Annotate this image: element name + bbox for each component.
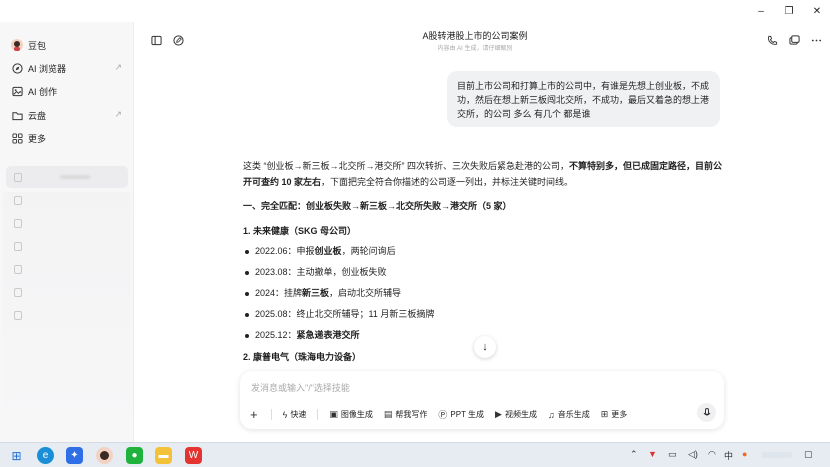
chat-icon	[14, 264, 22, 274]
wps-icon[interactable]: W	[185, 447, 202, 464]
microphone-button[interactable]	[697, 403, 716, 422]
company-heading: 1. 未来健康（SKG 母公司）	[243, 226, 357, 236]
edge-browser-icon[interactable]: e	[37, 447, 54, 464]
file-explorer-icon[interactable]: ▬	[155, 447, 172, 464]
history-item[interactable]	[6, 235, 128, 257]
external-link-icon: ↗	[114, 62, 122, 72]
list-item: 2024：挂牌新三板，启动北交所辅导	[243, 283, 723, 304]
new-chat-icon[interactable]	[172, 34, 184, 46]
sidebar-item-label: 豆包	[28, 40, 47, 51]
sidebar-item-label: 云盘	[28, 110, 47, 121]
history-item[interactable]	[6, 281, 128, 303]
image-icon	[11, 85, 23, 97]
arrow-down-icon: ↓	[482, 341, 488, 353]
history-item[interactable]	[6, 258, 128, 280]
sidebar-item-doubao[interactable]: 豆包	[6, 34, 128, 56]
external-link-icon: ↗	[114, 109, 122, 119]
grid-icon: ⊞	[600, 409, 609, 419]
tool-ppt[interactable]: Ⓟ PPT 生成	[438, 408, 484, 421]
page-subtitle: 内容由 AI 生成，请仔细甄别	[437, 46, 513, 52]
list-item: 2022.06：申报创业板，两轮问询后	[243, 241, 723, 262]
app-icon[interactable]: ✦	[66, 447, 83, 464]
microphone-icon	[703, 407, 710, 415]
ppt-icon: Ⓟ	[438, 410, 448, 420]
sidebar-item-label: AI 浏览器	[28, 63, 67, 74]
tool-write[interactable]: ▤ 帮我写作	[384, 409, 428, 420]
chat-icon	[14, 241, 22, 251]
folder-icon	[11, 109, 23, 121]
window-title-bar: – ❐ ✕	[0, 0, 830, 22]
grid-icon	[11, 132, 23, 144]
history-item[interactable]	[6, 189, 128, 211]
divider	[270, 409, 272, 420]
more-icon[interactable]	[810, 34, 822, 46]
tool-video[interactable]: ▶ 视频生成	[495, 409, 537, 420]
timeline-list: 2022.06：申报创业板，两轮问询后 2023.08：主动撤单，创业板失败 2…	[243, 241, 723, 346]
list-item: 2023.08：主动撤单，创业板失败	[243, 262, 723, 283]
write-icon: ▤	[383, 409, 393, 419]
windows-start-icon[interactable]: ⊞	[8, 447, 25, 464]
chat-icon	[14, 172, 22, 182]
tray-app-icon[interactable]: ▼	[648, 449, 657, 459]
chat-icon	[14, 195, 22, 205]
tray-battery-icon[interactable]: ▭	[668, 449, 677, 460]
minimize-button[interactable]: –	[746, 3, 776, 19]
divider	[317, 409, 319, 420]
tray-sougou-icon[interactable]: ●	[742, 449, 747, 459]
phone-icon[interactable]	[766, 34, 778, 46]
notification-icon[interactable]: ▢	[804, 449, 813, 460]
header-left-tools	[150, 34, 184, 46]
tool-quick[interactable]: ϟ 快速	[283, 409, 307, 420]
tool-image-gen[interactable]: ▣ 图像生成	[329, 409, 373, 420]
history-item[interactable]	[6, 212, 128, 234]
history-item[interactable]	[6, 166, 128, 188]
sidebar-item-label: 更多	[28, 133, 47, 144]
volume-icon[interactable]: ◁)	[688, 449, 698, 460]
chat-icon	[14, 310, 22, 320]
maximize-button[interactable]: ❐	[774, 3, 804, 19]
history-item[interactable]	[6, 304, 128, 326]
share-icon[interactable]	[788, 34, 800, 46]
os-taskbar: ⊞ e ✦ ● ▬ W ⌃ ▼ ▭ ◁) ◠ 中 ● ▢	[0, 442, 830, 467]
page-title: A股转港股上市的公司案例	[422, 31, 528, 41]
tray-chevron-icon[interactable]: ⌃	[630, 449, 638, 460]
sidebar-toggle-icon[interactable]	[150, 34, 162, 46]
plus-icon[interactable]: +	[250, 407, 258, 422]
message-input[interactable]: 发消息或输入"/"选择技能	[251, 381, 350, 394]
avatar-icon	[11, 39, 23, 51]
close-button[interactable]: ✕	[802, 3, 830, 19]
music-icon: ♫	[547, 409, 555, 420]
intro-text: ，下面把完全符合你描述的公司逐一列出，并标注关键时间线。	[321, 177, 574, 187]
video-icon: ▶	[495, 409, 502, 419]
intro-text: 这类 “创业板→新三板→北交所→港交所” 四次转折、三次失败后紧急赴港的公司，	[243, 161, 569, 171]
wifi-icon[interactable]: ◠	[708, 449, 716, 460]
doubao-app-icon[interactable]	[96, 447, 113, 464]
clock[interactable]	[762, 452, 792, 458]
sidebar: 豆包 AI 浏览器 ↗ AI 创作 云盘 ↗ 更多	[0, 22, 134, 442]
scroll-down-button[interactable]: ↓	[474, 336, 496, 358]
answer-intro: 这类 “创业板→新三板→北交所→港交所” 四次转折、三次失败后紧急赴港的公司，不…	[243, 158, 723, 190]
sidebar-item-cloud-disk[interactable]: 云盘 ↗	[6, 104, 128, 126]
lightning-icon: ϟ	[282, 409, 288, 420]
message-composer: 发消息或输入"/"选择技能 + ϟ 快速 ▣ 图像生成 ▤ 帮我写作 Ⓟ PPT 生成 …	[240, 371, 724, 429]
sidebar-item-label: AI 创作	[28, 86, 58, 97]
composer-toolbar: + ϟ 快速 ▣ 图像生成 ▤ 帮我写作 Ⓟ PPT 生成 ▶ 视频生成 ♫ 音乐生成 ⊞ 更…	[250, 407, 627, 422]
compass-icon	[11, 62, 23, 74]
sidebar-item-more[interactable]: 更多	[6, 127, 128, 149]
ime-icon[interactable]: 中	[724, 449, 733, 462]
header-right-tools	[766, 34, 822, 46]
tool-music[interactable]: ♫ 音乐生成	[548, 409, 590, 420]
sidebar-item-ai-browser[interactable]: AI 浏览器 ↗	[6, 57, 128, 79]
wechat-icon[interactable]: ●	[126, 447, 143, 464]
section-heading: 一、完全匹配：创业板失败→新三板→北交所失败→港交所（5 家）	[243, 201, 512, 211]
tool-more[interactable]: ⊞ 更多	[601, 409, 628, 420]
list-item: 2025.08：终止北交所辅导；11 月新三板摘牌	[243, 304, 723, 325]
chat-icon	[14, 218, 22, 228]
image-gen-icon: ▣	[329, 409, 338, 419]
sidebar-item-ai-create[interactable]: AI 创作	[6, 80, 128, 102]
user-message-bubble: 目前上市公司和打算上市的公司中，有谁是先想上创业板，不成功，然后在想上新三板闯北…	[447, 71, 720, 127]
assistant-answer: 这类 “创业板→新三板→北交所→港交所” 四次转折、三次失败后紧急赴港的公司，不…	[243, 158, 723, 365]
chat-icon	[14, 287, 22, 297]
